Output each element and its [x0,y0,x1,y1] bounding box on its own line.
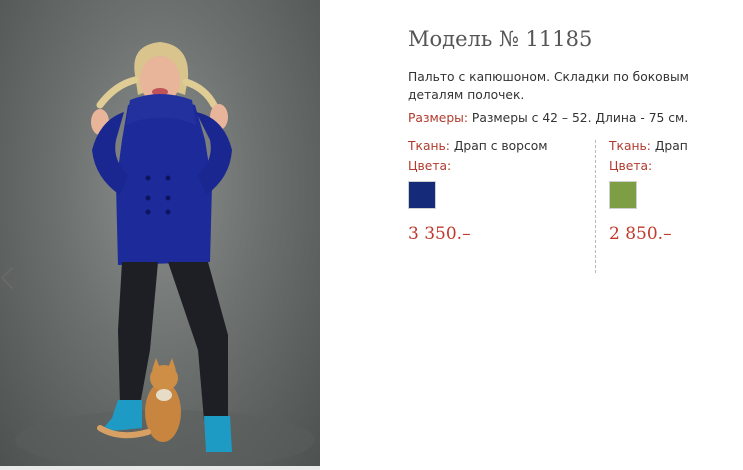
fabric-info: Ткань: Драп с ворсом [408,139,548,153]
fabric-info: Ткань: Драп [609,139,688,153]
price: 2 850.– [609,224,672,244]
fabric-label: Ткань: [408,139,450,153]
model-photo-illustration [15,42,315,466]
variant-card: Ткань: Драп с ворсом Цвета: 3 350.– [408,139,548,244]
price: 3 350.– [408,224,471,244]
color-swatch-blue[interactable] [408,181,436,209]
variant-divider [595,140,596,273]
color-swatch-green[interactable] [609,181,637,209]
variant-card: Ткань: Драп Цвета: 2 850.– [609,139,688,244]
fabric-value: Драп с ворсом [449,139,548,153]
fabric-label: Ткань: [609,139,651,153]
photo-bottom-border [0,466,320,470]
sizes-label: Размеры: [408,111,468,125]
product-photo[interactable] [0,0,320,466]
product-description: Пальто с капюшоном. Складки по боковым д… [408,70,689,102]
colors-label: Цвета: [408,159,452,173]
product-title: Модель № 11185 [408,27,593,51]
colors-label: Цвета: [609,159,653,173]
product-sizes: Размеры: Размеры с 42 – 52. Длина - 75 с… [408,111,688,125]
fabric-value: Драп [650,139,688,153]
sizes-value: Размеры с 42 – 52. Длина - 75 см. [468,111,689,125]
